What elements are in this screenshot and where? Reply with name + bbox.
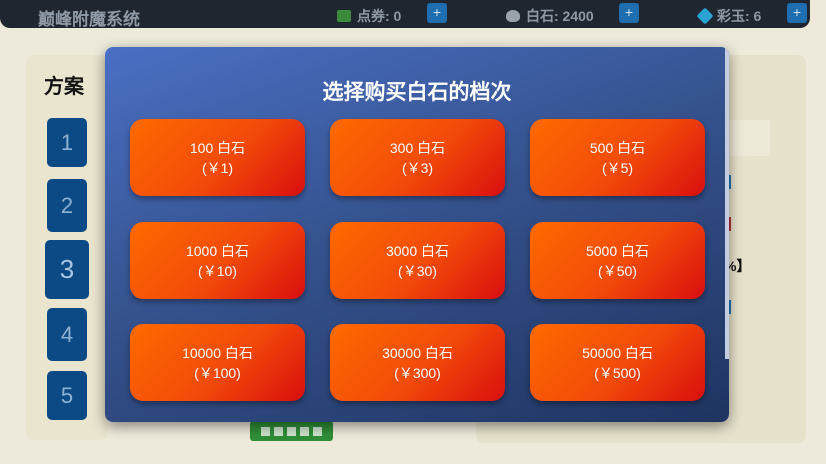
tier-price: (￥5)	[601, 159, 634, 176]
tier-amount: 500 白石	[589, 139, 646, 156]
tier-button-3000[interactable]: 3000 白石 (￥30)	[330, 222, 505, 299]
tier-button-500[interactable]: 500 白石 (￥5)	[530, 119, 705, 196]
tier-price: (￥100)	[194, 364, 241, 381]
tier-amount: 3000 白石	[385, 242, 450, 259]
tier-amount: 30000 白石	[382, 344, 453, 361]
tier-price: (￥50)	[598, 262, 637, 279]
tier-amount: 50000 白石	[582, 344, 653, 361]
tier-price: (￥300)	[394, 364, 441, 381]
tier-amount: 1000 白石	[185, 242, 250, 259]
tier-price: (￥3)	[401, 159, 434, 176]
tier-amount: 100 白石	[189, 139, 246, 156]
modal-title: 选择购买白石的档次	[322, 81, 512, 104]
tier-amount: 300 白石	[389, 139, 446, 156]
tier-price: (￥10)	[198, 262, 237, 279]
tier-button-10000[interactable]: 10000 白石 (￥100)	[130, 324, 305, 401]
tier-price: (￥500)	[594, 364, 641, 381]
tier-button-1000[interactable]: 1000 白石 (￥10)	[130, 222, 305, 299]
tier-button-300[interactable]: 300 白石 (￥3)	[330, 119, 505, 196]
tier-amount: 10000 白石	[182, 344, 253, 361]
tier-button-5000[interactable]: 5000 白石 (￥50)	[530, 222, 705, 299]
tier-button-30000[interactable]: 30000 白石 (￥300)	[330, 324, 505, 401]
tier-amount: 5000 白石	[585, 242, 650, 259]
tier-price: (￥30)	[398, 262, 437, 279]
purchase-white-stone-modal: 选择购买白石的档次 100 白石 (￥1) 300 白石 (￥3) 500 白石…	[105, 47, 729, 422]
tier-button-100[interactable]: 100 白石 (￥1)	[130, 119, 305, 196]
tier-price: (￥1)	[201, 159, 234, 176]
tier-button-50000[interactable]: 50000 白石 (￥500)	[530, 324, 705, 401]
